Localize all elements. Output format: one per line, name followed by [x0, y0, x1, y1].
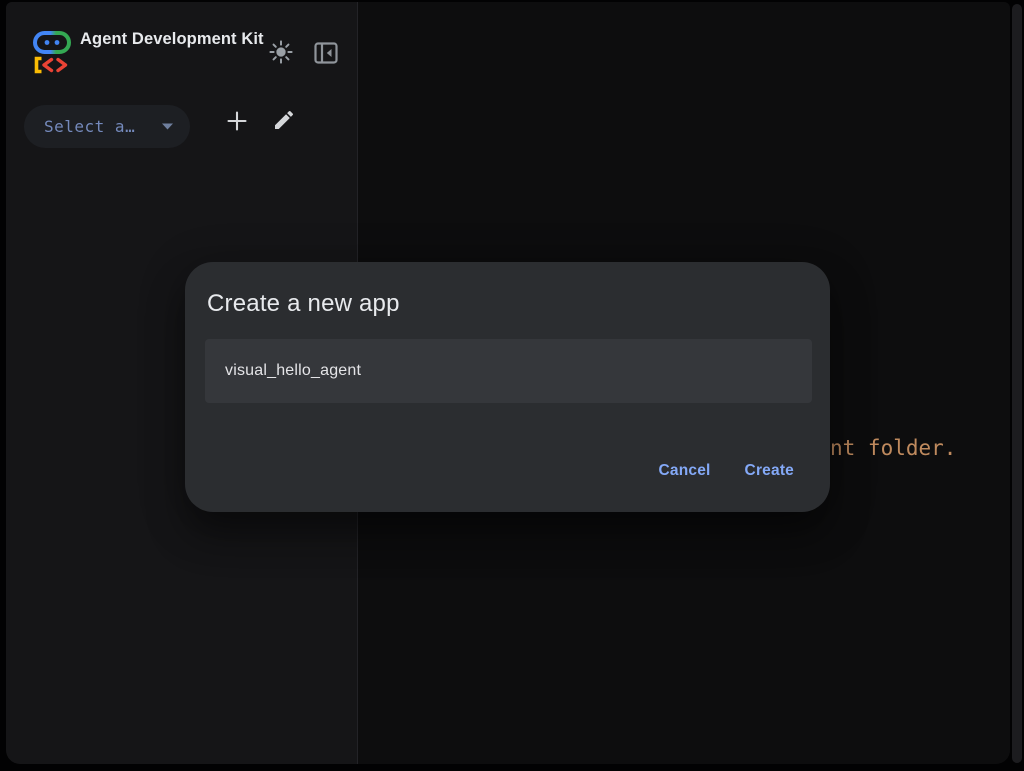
app-title: Agent Development Kit: [80, 26, 272, 53]
app-name-input[interactable]: [205, 339, 812, 403]
dialog-actions: Cancel Create: [649, 454, 804, 488]
plus-icon: [225, 109, 249, 136]
create-app-dialog: Create a new app Cancel Create: [185, 262, 830, 512]
caret-down-icon: [161, 119, 174, 134]
select-agent-label: Select a…: [44, 117, 135, 136]
background-message-fragment: nt folder.: [830, 436, 956, 460]
theme-toggle-button[interactable]: [266, 38, 296, 68]
collapse-sidebar-button[interactable]: [311, 39, 341, 69]
select-agent-dropdown[interactable]: Select a…: [24, 105, 190, 148]
edit-app-button[interactable]: [269, 106, 299, 136]
panel-left-collapse-icon: [314, 42, 338, 67]
create-button[interactable]: Create: [735, 454, 804, 488]
app-screen: Agent Development Kit: [0, 0, 1024, 771]
scrollbar-track[interactable]: [1012, 4, 1022, 763]
sun-icon: [268, 39, 294, 68]
add-app-button[interactable]: [222, 107, 252, 137]
adk-robot-logo-icon: [32, 30, 72, 74]
cancel-button[interactable]: Cancel: [649, 454, 721, 488]
pencil-icon: [272, 108, 296, 135]
dialog-title: Create a new app: [207, 288, 400, 320]
